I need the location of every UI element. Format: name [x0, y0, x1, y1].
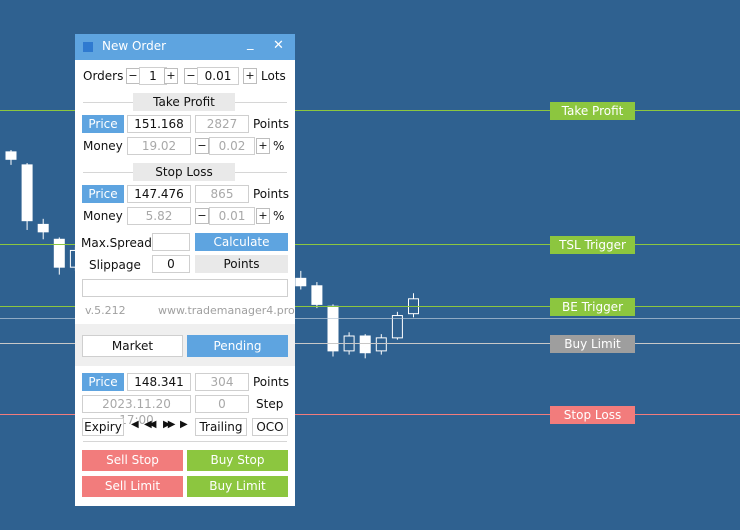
buy-stop-button[interactable]: Buy Stop [187, 450, 288, 471]
orders-label: Orders [83, 69, 124, 83]
lots-field[interactable]: 0.01 [197, 67, 239, 85]
nav-last-icon[interactable]: ▶ [180, 419, 188, 430]
sl-points-label: Points [253, 187, 290, 201]
step-field[interactable]: 0 [195, 395, 249, 413]
stop-loss-section-label: Stop Loss [133, 163, 235, 181]
orders-count-field[interactable]: 1 [139, 67, 167, 85]
step-label: Step [256, 397, 284, 411]
stop-loss-tag[interactable]: Stop Loss [550, 406, 635, 424]
candle-body [359, 335, 371, 354]
nav-first-icon[interactable]: ◀ [131, 419, 139, 430]
pending-points-label: Points [253, 375, 290, 389]
sl-percent-plus-button[interactable]: + [256, 208, 270, 224]
slippage-points-button[interactable]: Points [195, 255, 288, 273]
tp-price-field[interactable]: 151.168 [127, 115, 191, 133]
candle-body [375, 337, 387, 352]
pending-price-button[interactable]: Price [82, 373, 124, 391]
expiry-button[interactable]: Expiry [82, 418, 124, 436]
tp-points-field[interactable]: 2827 [195, 115, 249, 133]
sl-percent-minus-button[interactable]: − [195, 208, 209, 224]
sl-money-label: Money [83, 209, 123, 223]
tp-percent-minus-button[interactable]: − [195, 138, 209, 154]
pending-points-field[interactable]: 304 [195, 373, 249, 391]
candle-body [295, 277, 307, 287]
lots-label: Lots [261, 69, 286, 83]
candle-body [311, 285, 323, 305]
orders-minus-button[interactable]: − [126, 68, 140, 84]
buy-limit-button[interactable]: Buy Limit [187, 476, 288, 497]
version-label: v.5.212 [85, 304, 126, 317]
nav-next-icon[interactable]: ▶▶ [163, 419, 176, 430]
max-spread-label: Max.Spread [81, 236, 152, 250]
orders-plus-button[interactable]: + [164, 68, 178, 84]
new-order-panel: New Order _ ✕ Orders − 1 + − 0.01 + Lots… [75, 34, 295, 506]
lots-minus-button[interactable]: − [184, 68, 198, 84]
tp-points-label: Points [253, 117, 290, 131]
website-link[interactable]: www.trademanager4.pro [158, 304, 295, 317]
tab-pending[interactable]: Pending [187, 335, 288, 357]
sl-percent-field[interactable]: 0.01 [209, 207, 255, 225]
take-profit-tag[interactable]: Take Profit [550, 102, 635, 120]
tp-percent-plus-button[interactable]: + [256, 138, 270, 154]
comment-field[interactable] [82, 279, 288, 297]
buy-limit-tag[interactable]: Buy Limit [550, 335, 635, 353]
oco-button[interactable]: OCO [252, 418, 288, 436]
trailing-button[interactable]: Trailing [195, 418, 247, 436]
tp-percent-label: % [273, 139, 285, 153]
sl-price-field[interactable]: 147.476 [127, 185, 191, 203]
take-profit-section-label: Take Profit [133, 93, 235, 111]
sl-percent-label: % [273, 209, 285, 223]
panel-titlebar[interactable]: New Order _ ✕ [75, 34, 295, 60]
tp-money-label: Money [83, 139, 123, 153]
tp-percent-field[interactable]: 0.02 [209, 137, 255, 155]
expiry-datetime-field[interactable]: 2023.11.20 17:00 [82, 395, 191, 427]
max-spread-field[interactable] [152, 233, 190, 251]
close-icon[interactable]: ✕ [273, 38, 284, 53]
lots-plus-button[interactable]: + [243, 68, 257, 84]
candle-body [21, 164, 33, 222]
pending-price-field[interactable]: 148.341 [127, 373, 191, 391]
tp-money-field[interactable]: 19.02 [127, 137, 191, 155]
calculate-button[interactable]: Calculate [195, 233, 288, 251]
sl-price-button[interactable]: Price [82, 185, 124, 203]
sell-limit-button[interactable]: Sell Limit [82, 476, 183, 497]
tp-price-button[interactable]: Price [82, 115, 124, 133]
minimize-icon[interactable]: _ [247, 36, 254, 51]
sl-points-field[interactable]: 865 [195, 185, 249, 203]
app-icon [83, 42, 93, 52]
candle-body [37, 223, 49, 233]
tsl-trigger-tag[interactable]: TSL Trigger [550, 236, 635, 254]
panel-title: New Order [102, 39, 167, 53]
candle-body [5, 151, 17, 160]
candle-body [327, 305, 339, 352]
separator [83, 441, 287, 442]
slippage-field[interactable]: 0 [152, 255, 190, 273]
be-trigger-tag[interactable]: BE Trigger [550, 298, 635, 316]
sl-money-field[interactable]: 5.82 [127, 207, 191, 225]
nav-prev-icon[interactable]: ◀◀ [144, 419, 157, 430]
tab-market[interactable]: Market [82, 335, 183, 357]
sell-stop-button[interactable]: Sell Stop [82, 450, 183, 471]
slippage-label: Slippage [89, 258, 141, 272]
